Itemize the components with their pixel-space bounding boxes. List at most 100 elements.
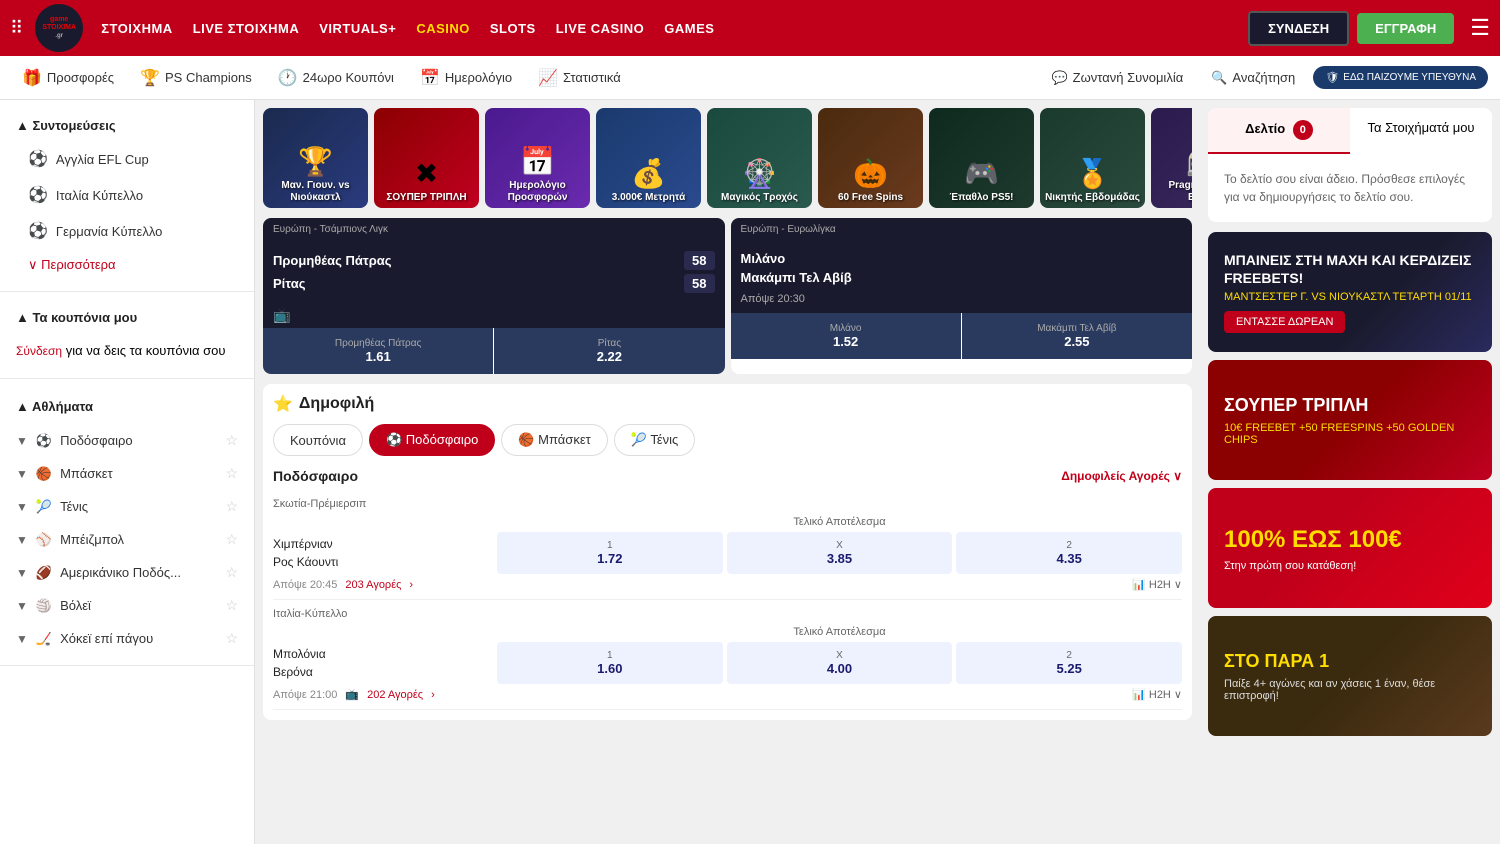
betslip-tab-slip[interactable]: Δελτίο 0: [1208, 108, 1350, 154]
promo-banner-2-inner: 100% ΕΩΣ 100€ Στην πρώτη σου κατάθεση!: [1208, 488, 1492, 608]
nav-virtuals[interactable]: VIRTUALS+: [319, 21, 396, 36]
chevron-icon-6: ▼: [16, 599, 28, 613]
odd-btn-0-0[interactable]: Προμηθέας Πάτρας 1.61: [263, 328, 493, 374]
promo-banner-2[interactable]: 100% ΕΩΣ 100€ Στην πρώτη σου κατάθεση!: [1208, 488, 1492, 608]
chart-icon-0: 📊: [1132, 578, 1146, 591]
more-markets-1[interactable]: 202 Αγορές: [367, 689, 423, 701]
sidebar-item-england-efl[interactable]: ⚽ Αγγλία EFL Cup: [0, 141, 254, 177]
tennis-icon: 🎾: [36, 499, 52, 515]
promo-card-3[interactable]: 💰 3.000€ Μετρητά: [596, 108, 701, 208]
athletics-header[interactable]: ▲ Αθλήματα: [0, 389, 254, 424]
sec-nav-offers[interactable]: 🎁 Προσφορές: [12, 62, 124, 94]
odd-0-2[interactable]: 2 4.35: [956, 532, 1182, 574]
my-coupons-header[interactable]: ▲ Τα κουπόνια μου: [0, 302, 254, 333]
odd-btn-0-1[interactable]: Ρίτας 2.22: [494, 328, 724, 374]
promo-banner-3[interactable]: ΣΤΟ ΠΑΡΑ 1 Παίξε 4+ αγώνες και αν χάσεις…: [1208, 616, 1492, 736]
h2h-link-0[interactable]: 📊 H2H ∨: [1132, 578, 1182, 591]
promo-card-5[interactable]: 🎃 60 Free Spins: [818, 108, 923, 208]
login-button[interactable]: ΣΥΝΔΕΣΗ: [1248, 11, 1349, 46]
shortcuts-header[interactable]: ▲ Συντομεύσεις: [0, 110, 254, 141]
coupons-login-link[interactable]: Σύνδεση: [16, 344, 62, 358]
match-meta-0: Απόψε 20:45 203 Αγορές › 📊 H2H ∨: [273, 578, 1182, 591]
nav-games[interactable]: GAMES: [664, 21, 714, 36]
responsible-gambling-button[interactable]: 🛡 ΕΔΩ ΠΑΙΖΟΥΜΕ ΥΠΕΥΘΥΝΑ: [1313, 66, 1488, 89]
promo-card-0[interactable]: 🏆 Μαν. Γιουν. vs Νιούκαστλ: [263, 108, 368, 208]
odd-header-row-1: Τελικό Αποτέλεσμα: [273, 626, 1182, 638]
sidebar-item-germany-cup[interactable]: ⚽ Γερμανία Κύπελλο: [0, 213, 254, 249]
logo[interactable]: gameSTOIXIMA.gr: [35, 4, 83, 52]
hamburger-icon[interactable]: ☰: [1470, 15, 1490, 41]
live-chat-button[interactable]: 💬 Ζωντανή Συνομιλία: [1041, 64, 1193, 92]
promo-card-4[interactable]: 🎡 Μαγικός Τροχός: [707, 108, 812, 208]
popular-markets-link[interactable]: Δημοφιλείς Αγορές ∨: [1061, 469, 1182, 483]
more-markets-0[interactable]: 203 Αγορές: [345, 579, 401, 591]
sport-row-soccer[interactable]: ▼ ⚽ Ποδόσφαιρο ☆: [0, 424, 254, 457]
star-icon-volleyball[interactable]: ☆: [225, 597, 238, 614]
sec-nav-calendar[interactable]: 📅 Ημερολόγιο: [410, 62, 522, 94]
promo-banner-1[interactable]: ΣΟΥΠΕΡ ΤΡΙΠΛΗ 10€ FREEBET +50 FREESPINS …: [1208, 360, 1492, 480]
promo-card-8[interactable]: 🎰 Pragmatic Buy Bonus: [1151, 108, 1192, 208]
odd-1-1[interactable]: Χ 4.00: [727, 642, 953, 684]
promo-card-6[interactable]: 🎮 Έπαθλο PS5!: [929, 108, 1034, 208]
search-button[interactable]: 🔍 Αναζήτηση: [1201, 64, 1305, 92]
chevron-icon-5: ▼: [16, 566, 28, 580]
sport-row-baseball[interactable]: ▼ ⚾ Μπέιζμπολ ☆: [0, 523, 254, 556]
odd-1-2[interactable]: 2 5.25: [956, 642, 1182, 684]
betslip-tab-my-bets[interactable]: Τα Στοιχήματά μου: [1350, 108, 1492, 154]
star-icon-soccer[interactable]: ☆: [225, 432, 238, 449]
promo-icon-2: 📅: [520, 145, 555, 178]
soccer-sport-icon: ⚽: [36, 433, 52, 449]
star-icon-baseball[interactable]: ☆: [225, 531, 238, 548]
nav-live[interactable]: LIVE ΣΤΟΙΧΗΜΑ: [193, 21, 300, 36]
sec-nav-24coupon[interactable]: 🕐 24ωρο Κουπόνι: [268, 62, 404, 94]
star-icon-hockey[interactable]: ☆: [225, 630, 238, 647]
sport-row-tennis[interactable]: ▼ 🎾 Τένις ☆: [0, 490, 254, 523]
nav-casino[interactable]: CASINO: [416, 21, 470, 36]
shortcuts-more[interactable]: ∨ Περισσότερα: [0, 249, 254, 281]
odd-1-0[interactable]: 1 1.60: [497, 642, 723, 684]
odd-0-0[interactable]: 1 1.72: [497, 532, 723, 574]
promo-card-1[interactable]: ✖ ΣΟΥΠΕΡ ΤΡΙΠΛΗ: [374, 108, 479, 208]
tab-basketball[interactable]: 🏀 Μπάσκετ: [501, 424, 607, 456]
nav-live-casino[interactable]: LIVE CASINO: [556, 21, 645, 36]
promo-card-7[interactable]: 🏅 Νικητής Εβδομάδας: [1040, 108, 1145, 208]
promo-title-2: Ημερολόγιο Προσφορών: [489, 180, 586, 204]
sec-nav-stats[interactable]: 📈 Στατιστικά: [528, 62, 631, 94]
odd-btn-1-0[interactable]: Μιλάνο 1.52: [731, 313, 961, 359]
register-button[interactable]: ΕΓΓΡΑΦΗ: [1357, 13, 1454, 44]
nav-stoixima[interactable]: ΣΤΟΙΧΗΜΑ: [101, 21, 173, 36]
match-odds-1: Μιλάνο 1.52 Μακάμπι Τελ Αβίβ 2.55: [731, 313, 1193, 359]
promo-banner-0[interactable]: ΜΠΑΙΝΕΙΣ ΣΤΗ ΜΑΧΗ ΚΑΙ ΚΕΡΔΙΖΕΙΣ FREEBETS…: [1208, 232, 1492, 352]
match-line-0: Χιμπέρνιαν Ρος Κάουντι 1 1.72 Χ 3.85: [273, 532, 1182, 574]
star-icon-basketball[interactable]: ☆: [225, 465, 238, 482]
star-icon-american-football[interactable]: ☆: [225, 564, 238, 581]
volleyball-icon: 🏐: [36, 598, 52, 614]
markets-arrow-1[interactable]: ›: [431, 689, 435, 701]
sec-nav-ps-champions[interactable]: 🏆 PS Champions: [130, 62, 262, 94]
nav-slots[interactable]: SLOTS: [490, 21, 536, 36]
tab-soccer[interactable]: ⚽ Ποδόσφαιρο: [369, 424, 495, 456]
star-icon-tennis[interactable]: ☆: [225, 498, 238, 515]
team-name-0-1: Ρος Κάουντι: [273, 553, 493, 571]
sport-row-hockey[interactable]: ▼ 🏒 Χόκεϊ επί πάγου ☆: [0, 622, 254, 655]
sport-row-basketball[interactable]: ▼ 🏀 Μπάσκετ ☆: [0, 457, 254, 490]
betslip-empty-message: Το δελτίο σου είναι άδειο. Πρόσθεσε επιλ…: [1208, 154, 1492, 222]
coupons-content: Σύνδεση για να δεις τα κουπόνια σου: [0, 333, 254, 368]
markets-arrow-0[interactable]: ›: [409, 579, 413, 591]
h2h-link-1[interactable]: 📊 H2H ∨: [1132, 688, 1182, 701]
sport-row-american-football[interactable]: ▼ 🏈 Αμερικάνικο Ποδός... ☆: [0, 556, 254, 589]
promo-title-7: Νικητής Εβδομάδας: [1045, 192, 1140, 204]
tab-tennis[interactable]: 🎾 Τένις: [614, 424, 696, 456]
basketball-icon: 🏀: [36, 466, 52, 482]
tab-coupons[interactable]: Κουπόνια: [273, 424, 363, 456]
banner-btn-0[interactable]: ΕΝΤΑΣΣΕ ΔΩΡΕΑΝ: [1224, 311, 1345, 333]
sidebar-item-italy-cup[interactable]: ⚽ Ιταλία Κύπελλο: [0, 177, 254, 213]
promo-card-2[interactable]: 📅 Ημερολόγιο Προσφορών: [485, 108, 590, 208]
tab-tennis-icon: 🎾: [631, 432, 647, 447]
odd-btn-1-1[interactable]: Μακάμπι Τελ Αβίβ 2.55: [962, 313, 1192, 359]
chevron-icon: ▼: [16, 434, 28, 448]
sport-row-volleyball[interactable]: ▼ 🏐 Βόλεϊ ☆: [0, 589, 254, 622]
odd-0-1[interactable]: Χ 3.85: [727, 532, 953, 574]
chart-icon-1: 📊: [1132, 688, 1146, 701]
grid-icon[interactable]: ⠿: [10, 18, 23, 39]
